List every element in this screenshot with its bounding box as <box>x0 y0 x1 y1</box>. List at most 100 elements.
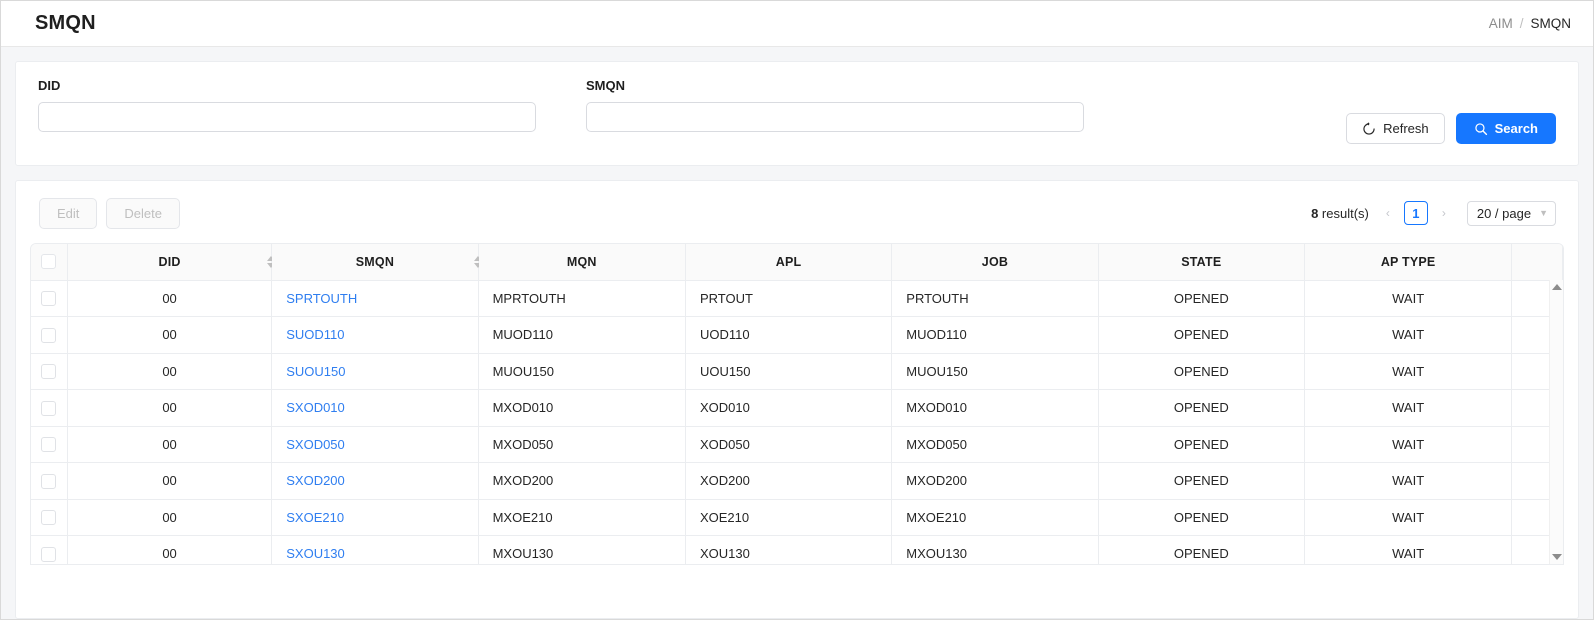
smqn-field-group: SMQN <box>586 78 1084 132</box>
breadcrumb-current: SMQN <box>1531 16 1572 31</box>
page-size-select[interactable]: 20 / page ▼ <box>1467 201 1556 226</box>
row-checkbox[interactable] <box>41 291 56 306</box>
cell-did: 00 <box>67 426 271 463</box>
data-grid: DID SMQN <box>30 243 1564 565</box>
smqn-link[interactable]: SXOD200 <box>286 473 345 488</box>
cell-smqn: SXOD200 <box>272 463 478 500</box>
column-label-aptype: AP TYPE <box>1381 255 1436 269</box>
row-checkbox[interactable] <box>41 547 56 562</box>
refresh-button[interactable]: Refresh <box>1346 113 1445 144</box>
smqn-label: SMQN <box>586 78 1084 93</box>
cell-mqn: MPRTOUTH <box>478 280 685 317</box>
delete-button[interactable]: Delete <box>106 198 180 229</box>
column-label-apl: APL <box>776 255 802 269</box>
table-row[interactable]: 00SXOD200MXOD200XOD200MXOD200OPENEDWAIT <box>31 463 1563 500</box>
row-checkbox[interactable] <box>41 364 56 379</box>
row-select-cell <box>31 426 67 463</box>
row-select-cell <box>31 280 67 317</box>
cell-state: OPENED <box>1098 280 1304 317</box>
did-input[interactable] <box>38 102 536 132</box>
cell-state: OPENED <box>1098 499 1304 536</box>
smqn-link[interactable]: SUOU150 <box>286 364 345 379</box>
cell-did: 00 <box>67 317 271 354</box>
cell-smqn: SXOD050 <box>272 426 478 463</box>
cell-state: OPENED <box>1098 353 1304 390</box>
cell-aptype: WAIT <box>1304 390 1511 427</box>
cell-aptype: WAIT <box>1304 317 1511 354</box>
cell-smqn: SUOD110 <box>272 317 478 354</box>
column-label-mqn: MQN <box>567 255 597 269</box>
edit-button[interactable]: Edit <box>39 198 97 229</box>
pagination-bar: 8 result(s) ‹ 1 › 20 / page ▼ <box>1311 201 1556 226</box>
cell-smqn: SPRTOUTH <box>272 280 478 317</box>
column-header-smqn[interactable]: SMQN <box>272 244 478 280</box>
cell-apl: XOD010 <box>685 390 891 427</box>
smqn-input[interactable] <box>586 102 1084 132</box>
smqn-link[interactable]: SXOD010 <box>286 400 345 415</box>
cell-apl: XOE210 <box>685 499 891 536</box>
cell-aptype: WAIT <box>1304 353 1511 390</box>
table-vertical-scrollbar[interactable] <box>1549 280 1563 564</box>
table-head: DID SMQN <box>31 244 1563 280</box>
table-row[interactable]: 00SXOD050MXOD050XOD050MXOD050OPENEDWAIT <box>31 426 1563 463</box>
table-row[interactable]: 00SXOE210MXOE210XOE210MXOE210OPENEDWAIT <box>31 499 1563 536</box>
table-row[interactable]: 00SXOU130MXOU130XOU130MXOU130OPENEDWAIT <box>31 536 1563 566</box>
search-button[interactable]: Search <box>1456 113 1556 144</box>
table-row[interactable]: 00SPRTOUTHMPRTOUTHPRTOUTPRTOUTHOPENEDWAI… <box>31 280 1563 317</box>
pager-next-icon[interactable]: › <box>1434 201 1454 225</box>
cell-aptype: WAIT <box>1304 280 1511 317</box>
smqn-link[interactable]: SPRTOUTH <box>286 291 357 306</box>
select-all-header <box>31 244 67 280</box>
refresh-label: Refresh <box>1383 121 1429 136</box>
select-all-checkbox[interactable] <box>41 254 56 269</box>
table-row[interactable]: 00SUOD110MUOD110UOD110MUOD110OPENEDWAIT <box>31 317 1563 354</box>
page-header: SMQN AIM / SMQN <box>1 1 1593 47</box>
cell-aptype: WAIT <box>1304 463 1511 500</box>
cell-state: OPENED <box>1098 317 1304 354</box>
cell-did: 00 <box>67 499 271 536</box>
scroll-down-icon[interactable] <box>1552 554 1562 560</box>
scroll-up-icon[interactable] <box>1552 284 1562 290</box>
row-checkbox[interactable] <box>41 437 56 452</box>
cell-job: PRTOUTH <box>892 280 1098 317</box>
cell-job: MXOD010 <box>892 390 1098 427</box>
pager: ‹ 1 › <box>1378 201 1454 225</box>
pager-page-1[interactable]: 1 <box>1404 201 1428 225</box>
smqn-link[interactable]: SXOE210 <box>286 510 344 525</box>
table-toolbar-actions: Edit Delete <box>39 198 180 229</box>
column-header-did[interactable]: DID <box>67 244 271 280</box>
column-header-aptype: AP TYPE <box>1304 244 1511 280</box>
pager-prev-icon[interactable]: ‹ <box>1378 201 1398 225</box>
search-actions: Refresh Search <box>1346 113 1556 144</box>
refresh-icon <box>1362 122 1376 136</box>
smqn-link[interactable]: SXOD050 <box>286 437 345 452</box>
breadcrumb-separator: / <box>1520 16 1524 31</box>
row-checkbox[interactable] <box>41 474 56 489</box>
row-select-cell <box>31 463 67 500</box>
cell-did: 00 <box>67 280 271 317</box>
smqn-link[interactable]: SXOU130 <box>286 546 345 561</box>
row-checkbox[interactable] <box>41 510 56 525</box>
smqn-link[interactable]: SUOD110 <box>286 327 344 342</box>
table-row[interactable]: 00SUOU150MUOU150UOU150MUOU150OPENEDWAIT <box>31 353 1563 390</box>
cell-apl: XOD200 <box>685 463 891 500</box>
page-size-label: 20 / page <box>1477 206 1531 221</box>
breadcrumb-parent[interactable]: AIM <box>1489 16 1513 31</box>
cell-smqn: SUOU150 <box>272 353 478 390</box>
column-header-mqn: MQN <box>478 244 685 280</box>
cell-job: MXOU130 <box>892 536 1098 566</box>
row-checkbox[interactable] <box>41 328 56 343</box>
cell-state: OPENED <box>1098 463 1304 500</box>
breadcrumb: AIM / SMQN <box>1489 16 1571 31</box>
table-header-row: DID SMQN <box>31 244 1563 280</box>
row-checkbox[interactable] <box>41 401 56 416</box>
column-header-job: JOB <box>892 244 1098 280</box>
cell-job: MUOU150 <box>892 353 1098 390</box>
table-row[interactable]: 00SXOD010MXOD010XOD010MXOD010OPENEDWAIT <box>31 390 1563 427</box>
column-header-apl: APL <box>685 244 891 280</box>
search-label: Search <box>1495 121 1538 136</box>
result-count: 8 result(s) <box>1311 206 1369 221</box>
row-select-cell <box>31 353 67 390</box>
table-body: 00SPRTOUTHMPRTOUTHPRTOUTPRTOUTHOPENEDWAI… <box>31 280 1563 565</box>
cell-state: OPENED <box>1098 390 1304 427</box>
